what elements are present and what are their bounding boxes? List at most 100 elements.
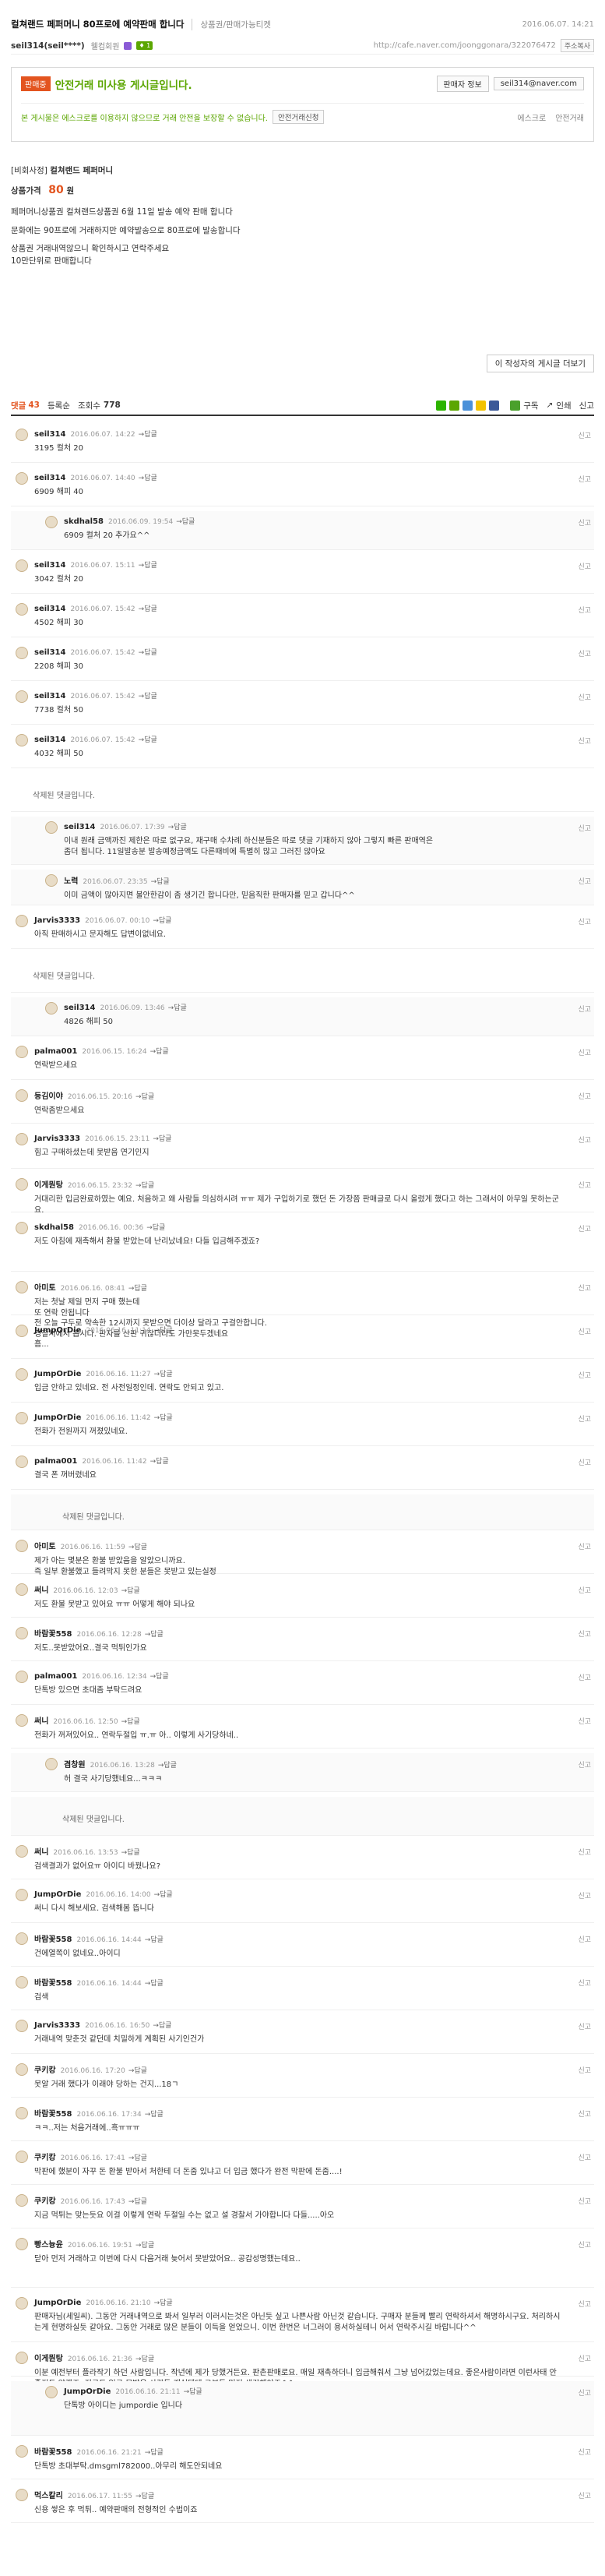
user-avatar-icon[interactable] xyxy=(16,1889,28,1901)
comment-author[interactable]: 등김이야 xyxy=(34,1092,63,1101)
comment-report-button[interactable]: 신고 xyxy=(578,736,591,746)
user-avatar-icon[interactable] xyxy=(16,647,28,659)
share-facebook-icon[interactable] xyxy=(489,400,500,411)
user-avatar-icon[interactable] xyxy=(16,2489,28,2501)
reply-button[interactable]: →답글 xyxy=(150,1458,169,1466)
comment-report-button[interactable]: 신고 xyxy=(578,2152,591,2162)
comment-report-button[interactable]: 신고 xyxy=(578,1134,591,1145)
reply-button[interactable]: →답글 xyxy=(139,605,157,613)
safe-trade-apply-button[interactable]: 안전거래신청 xyxy=(273,110,325,124)
comment-author[interactable]: seil314 xyxy=(34,430,65,439)
comment-author[interactable]: 바람꽃558 xyxy=(34,2448,72,2457)
reply-button[interactable]: →답글 xyxy=(145,1631,164,1639)
comment-report-button[interactable]: 신고 xyxy=(578,1370,591,1380)
user-avatar-icon[interactable] xyxy=(16,1845,28,1858)
user-avatar-icon[interactable] xyxy=(45,1758,58,1770)
comment-report-button[interactable]: 신고 xyxy=(578,2196,591,2206)
user-avatar-icon[interactable] xyxy=(16,1133,28,1145)
reply-button[interactable]: →답글 xyxy=(150,1673,169,1681)
reply-button[interactable]: →답글 xyxy=(135,1182,154,1190)
comment-author[interactable]: JumpOrDie xyxy=(34,1326,81,1335)
comment-author[interactable]: skdhal58 xyxy=(64,517,104,526)
user-avatar-icon[interactable] xyxy=(45,821,58,834)
user-avatar-icon[interactable] xyxy=(16,1178,28,1191)
reply-button[interactable]: →답글 xyxy=(128,1544,147,1551)
comment-report-button[interactable]: 신고 xyxy=(578,2387,591,2398)
user-avatar-icon[interactable] xyxy=(16,915,28,927)
post-url[interactable]: http://cafe.naver.com/joonggonara/322076… xyxy=(374,41,556,50)
reply-button[interactable]: →답글 xyxy=(153,1135,171,1143)
reply-button[interactable]: →답글 xyxy=(135,2242,154,2250)
reply-button[interactable]: →답글 xyxy=(139,562,157,570)
share-blog-icon[interactable] xyxy=(449,400,460,411)
user-avatar-icon[interactable] xyxy=(16,2020,28,2032)
comment-report-button[interactable]: 신고 xyxy=(578,2065,591,2075)
comment-author[interactable]: 겸창원 xyxy=(64,1761,86,1770)
comment-report-button[interactable]: 신고 xyxy=(578,517,591,528)
comment-report-button[interactable]: 신고 xyxy=(578,648,591,658)
comment-label[interactable]: 댓글 xyxy=(11,400,26,411)
comment-report-button[interactable]: 신고 xyxy=(578,1847,591,1857)
comment-report-button[interactable]: 신고 xyxy=(578,2108,591,2119)
reply-button[interactable]: →답글 xyxy=(145,2111,164,2119)
comment-report-button[interactable]: 신고 xyxy=(578,2447,591,2457)
comment-author[interactable]: 이게뭔탕 xyxy=(34,1181,63,1190)
user-avatar-icon[interactable] xyxy=(45,2386,58,2398)
user-avatar-icon[interactable] xyxy=(16,1932,28,1945)
reply-button[interactable]: →답글 xyxy=(139,475,157,482)
user-avatar-icon[interactable] xyxy=(16,1583,28,1596)
comment-author[interactable]: JumpOrDie xyxy=(64,2387,111,2396)
share-icon[interactable]: ↗ xyxy=(547,401,554,410)
user-avatar-icon[interactable] xyxy=(16,1089,28,1102)
user-avatar-icon[interactable] xyxy=(16,603,28,616)
reply-button[interactable]: →답글 xyxy=(121,1587,140,1595)
user-avatar-icon[interactable] xyxy=(16,2107,28,2119)
user-avatar-icon[interactable] xyxy=(16,1325,28,1337)
reply-button[interactable]: →답글 xyxy=(145,2449,164,2457)
author-name[interactable]: seil314(seil****) xyxy=(11,41,85,51)
reply-button[interactable]: →답글 xyxy=(184,2388,202,2396)
reply-button[interactable]: →답글 xyxy=(145,1936,164,1944)
reply-button[interactable]: →답글 xyxy=(139,693,157,700)
user-avatar-icon[interactable] xyxy=(16,1046,28,1058)
comment-author[interactable]: Jarvis3333 xyxy=(34,1134,80,1143)
reply-button[interactable]: →답글 xyxy=(151,878,170,886)
comment-author[interactable]: seil314 xyxy=(64,1004,95,1012)
comment-author[interactable]: 써니 xyxy=(34,1717,48,1726)
comment-report-button[interactable]: 신고 xyxy=(578,1283,591,1293)
comment-report-button[interactable]: 신고 xyxy=(578,2021,591,2031)
comment-author[interactable]: 바람꽃558 xyxy=(34,2110,72,2119)
user-avatar-icon[interactable] xyxy=(16,2063,28,2076)
comment-author[interactable]: 빵스늉윤 xyxy=(34,2241,63,2250)
reply-button[interactable]: →답글 xyxy=(153,917,171,925)
comment-report-button[interactable]: 신고 xyxy=(578,1585,591,1595)
comment-author[interactable]: seil314 xyxy=(34,692,65,700)
comment-author[interactable]: 먹스칼리 xyxy=(34,2492,63,2500)
comment-author[interactable]: 쿠키캉 xyxy=(34,2197,56,2206)
comment-report-button[interactable]: 신고 xyxy=(578,1716,591,1726)
sort-dropdown[interactable]: 등록순 xyxy=(47,400,70,411)
reply-button[interactable]: →답글 xyxy=(158,1762,177,1770)
reply-button[interactable]: →답글 xyxy=(154,1327,173,1335)
comment-author[interactable]: seil314 xyxy=(34,474,65,482)
comment-report-button[interactable]: 신고 xyxy=(578,2299,591,2309)
comment-report-button[interactable]: 신고 xyxy=(578,916,591,926)
user-avatar-icon[interactable] xyxy=(16,1456,28,1468)
comment-report-button[interactable]: 신고 xyxy=(578,1457,591,1467)
user-avatar-icon[interactable] xyxy=(16,1368,28,1381)
post-category[interactable]: 상품권/판매가능티켓 xyxy=(192,18,271,30)
comment-report-button[interactable]: 신고 xyxy=(578,1890,591,1900)
user-avatar-icon[interactable] xyxy=(45,1002,58,1015)
comment-report-button[interactable]: 신고 xyxy=(578,1672,591,1682)
reply-button[interactable]: →답글 xyxy=(135,1093,154,1101)
comment-author[interactable]: seil314 xyxy=(34,561,65,570)
user-avatar-icon[interactable] xyxy=(16,2352,28,2364)
reply-button[interactable]: →답글 xyxy=(121,1718,140,1726)
reply-button[interactable]: →답글 xyxy=(168,1004,187,1012)
author-more-posts-button[interactable]: 이 작성자의 게시글 더보기 xyxy=(486,355,594,372)
reply-button[interactable]: →답글 xyxy=(145,1980,164,1988)
user-avatar-icon[interactable] xyxy=(16,2151,28,2163)
user-avatar-icon[interactable] xyxy=(16,2194,28,2207)
comment-report-button[interactable]: 신고 xyxy=(578,2490,591,2500)
reply-button[interactable]: →답글 xyxy=(150,1048,169,1056)
